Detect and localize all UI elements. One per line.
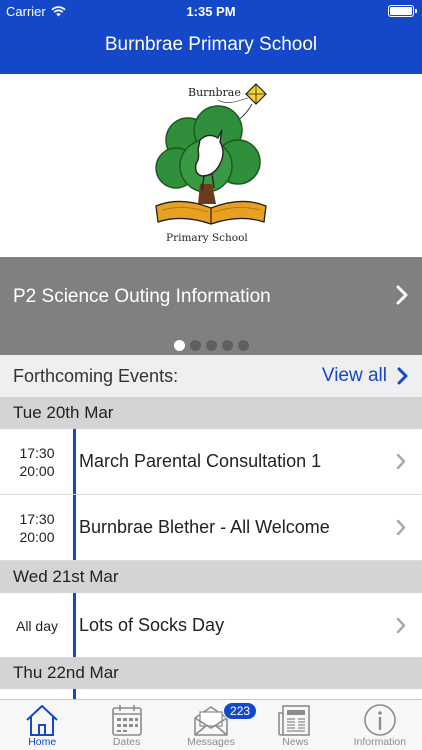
tab-home[interactable]: Home <box>0 700 84 750</box>
event-title: Burnbrae Blether - All Welcome <box>79 517 330 537</box>
tab-dates[interactable]: Dates <box>84 700 168 750</box>
event-timeline-bar <box>73 689 76 699</box>
event-row[interactable]: All day Lots of Socks Day <box>0 593 422 659</box>
info-icon[interactable] <box>363 703 397 737</box>
chevron-right-icon[interactable] <box>396 285 408 305</box>
tab-label[interactable]: News <box>282 736 308 748</box>
event-time: 17:30 20:00 <box>0 429 74 494</box>
day-header: Wed 21st Mar <box>0 561 422 593</box>
svg-text:Primary School: Primary School <box>166 232 248 244</box>
battery-icon <box>388 5 417 17</box>
event-start-time: 17:30 <box>19 444 55 461</box>
day-header: Tue 20th Mar <box>0 397 422 429</box>
carousel-dot[interactable] <box>221 340 233 351</box>
event-title: March Parental Consultation 1 <box>79 451 322 471</box>
tab-label[interactable]: Messages <box>187 736 235 748</box>
carousel-page-indicator[interactable] <box>0 340 422 351</box>
chevron-right-icon <box>396 617 406 634</box>
status-time: 1:35 PM <box>186 4 236 19</box>
event-time: 17:30 20:00 <box>0 495 74 560</box>
event-row[interactable]: 17:30 20:00 Burnbrae Blether - All Welco… <box>0 495 422 561</box>
event-timeline-bar <box>73 495 76 560</box>
tab-information[interactable]: Information <box>338 700 422 750</box>
carousel-dot[interactable] <box>205 340 217 351</box>
page-title: Burnbrae Primary School <box>104 34 318 55</box>
chevron-right-icon[interactable] <box>397 367 408 385</box>
tab-messages[interactable]: 223 Messages <box>169 700 258 750</box>
event-title: Lots of Socks Day <box>79 615 225 635</box>
event-end-time: 20:00 <box>19 462 55 479</box>
carousel-dot[interactable] <box>237 340 249 351</box>
newspaper-icon[interactable] <box>277 703 313 737</box>
carousel-title[interactable]: P2 Science Outing Information <box>13 286 271 308</box>
event-all-day: All day <box>15 617 59 634</box>
tab-label[interactable]: Information <box>354 736 407 748</box>
view-all-button[interactable]: View all <box>322 365 408 387</box>
tab-label[interactable]: Dates <box>113 736 140 748</box>
navigation-bar: Carrier 1:35 PM Burnbrae Primary School <box>0 0 422 74</box>
event-timeline-bar <box>73 429 76 494</box>
event-start-time: 17:30 <box>19 510 55 527</box>
chevron-right-icon <box>396 519 406 536</box>
school-logo-area: Burnbrae Primary School <box>0 74 422 257</box>
messages-badge: 223 <box>223 702 258 720</box>
event-end-time: 20:00 <box>19 528 55 545</box>
calendar-icon[interactable] <box>110 703 144 737</box>
carousel-dot[interactable] <box>173 340 185 351</box>
status-bar: Carrier 1:35 PM <box>0 0 422 22</box>
tab-news[interactable]: News <box>253 700 337 750</box>
home-icon[interactable] <box>24 703 60 737</box>
event-timeline-bar <box>73 593 76 658</box>
view-all-label[interactable]: View all <box>322 365 387 387</box>
events-header: Forthcoming Events: View all <box>0 355 422 397</box>
event-row[interactable]: 17:30 20:00 March Parental Consultation … <box>0 429 422 495</box>
news-carousel[interactable]: P2 Science Outing Information <box>0 257 422 355</box>
chevron-right-icon <box>396 453 406 470</box>
svg-text:Burnbrae: Burnbrae <box>188 86 241 99</box>
carousel-dot[interactable] <box>189 340 201 351</box>
tab-bar: Home Dates 223 Messages News Information <box>0 699 422 750</box>
day-header: Thu 22nd Mar <box>0 657 422 689</box>
event-time: All day <box>0 593 74 658</box>
school-logo: Burnbrae Primary School <box>155 83 267 244</box>
tab-label[interactable]: Home <box>28 736 56 748</box>
events-header-label: Forthcoming Events: <box>13 366 179 386</box>
